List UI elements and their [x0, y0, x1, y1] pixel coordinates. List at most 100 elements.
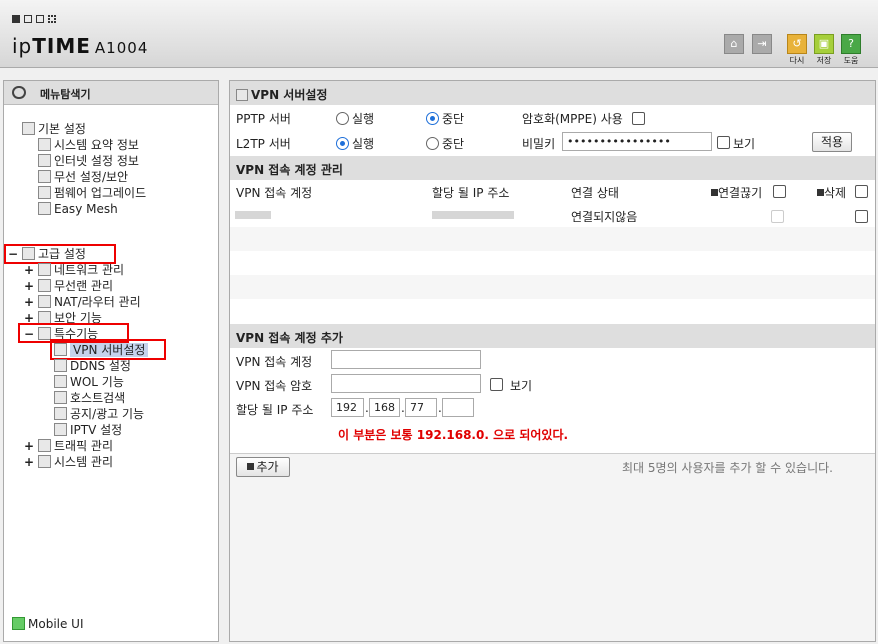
ip-octet-3[interactable]: 77	[405, 398, 437, 417]
folder-icon	[22, 122, 35, 135]
secret-label: 비밀키	[522, 137, 556, 151]
row-status: 연결되지않음	[571, 210, 638, 224]
blurred-account	[235, 211, 271, 219]
add-account-label: VPN 접속 계정	[236, 355, 313, 369]
show-password-label: 보기	[510, 379, 533, 393]
col-disconnect: 연결끊기	[711, 184, 762, 201]
l2tp-run-radio[interactable]: 실행	[336, 135, 374, 152]
wifi-icon	[38, 279, 51, 292]
add-section-header: VPN 접속 계정 추가	[230, 324, 875, 348]
search-icon	[12, 86, 26, 99]
tree-item[interactable]: Easy Mesh	[38, 202, 118, 217]
mppe-checkbox[interactable]	[632, 112, 645, 125]
highlight-box	[50, 339, 166, 360]
row-disconnect-checkbox	[771, 210, 784, 223]
logo-square-icon	[24, 15, 32, 23]
apply-button[interactable]: 적용	[812, 132, 852, 152]
ip-octet-2[interactable]: 168	[369, 398, 400, 417]
pptp-stop-radio[interactable]: 중단	[426, 110, 464, 127]
highlight-box	[4, 244, 116, 264]
home-icon[interactable]: ⌂	[724, 34, 744, 54]
expand-icon[interactable]: +	[24, 279, 34, 293]
add-footer	[230, 453, 875, 641]
help-label: 도움	[843, 56, 859, 65]
disconnect-all-checkbox[interactable]	[773, 185, 786, 198]
expand-icon[interactable]: +	[24, 455, 34, 469]
plus-icon	[247, 463, 255, 470]
save-icon[interactable]: ▣	[814, 34, 834, 54]
network-icon	[38, 263, 51, 276]
back-icon[interactable]: ↺	[787, 34, 807, 54]
add-button[interactable]: 추가	[236, 457, 290, 477]
back-label: 다시	[789, 56, 805, 65]
add-account-input[interactable]	[331, 350, 481, 369]
tree-item[interactable]: 호스트검색	[54, 391, 125, 406]
tree-item[interactable]: IPTV 설정	[54, 423, 122, 438]
show-secret-checkbox[interactable]	[717, 136, 730, 149]
delete-all-checkbox[interactable]	[855, 185, 868, 198]
expand-icon[interactable]: +	[24, 439, 34, 453]
page-icon	[54, 359, 67, 372]
minus-icon	[711, 189, 718, 196]
mppe-label: 암호화(MPPE) 사용	[522, 112, 623, 126]
tree-item[interactable]: DDNS 설정	[54, 359, 131, 374]
tree-item[interactable]: 시스템 요약 정보	[38, 138, 139, 153]
expand-icon[interactable]: +	[24, 263, 34, 277]
logout-icon[interactable]: ⇥	[752, 34, 772, 54]
monitor-icon	[38, 154, 51, 167]
mesh-icon	[38, 202, 51, 215]
sidebar-header: 메뉴탐색기	[4, 81, 218, 105]
tree-item[interactable]: 네트워크 관리	[38, 263, 124, 278]
col-account: VPN 접속 계정	[236, 186, 313, 200]
save-label: 저장	[816, 56, 832, 65]
table-row	[230, 227, 875, 251]
mobile-ui-link[interactable]: Mobile UI	[12, 617, 84, 631]
pptp-label: PPTP 서버	[236, 112, 291, 126]
account-section-header: VPN 접속 계정 관리	[230, 156, 875, 180]
show-password-checkbox[interactable]	[490, 378, 503, 391]
upgrade-icon	[38, 186, 51, 199]
secret-input[interactable]: ••••••••••••••••	[562, 132, 712, 151]
main-panel: VPN 서버설정 PPTP 서버 실행 중단 암호화(MPPE) 사용 L2TP…	[229, 80, 876, 642]
tree-item[interactable]: 인터넷 설정 정보	[38, 154, 139, 169]
tree-basic-settings[interactable]: 기본 설정	[22, 122, 86, 137]
chart-icon	[38, 138, 51, 151]
tree-item[interactable]: 펌웨어 업그레이드	[38, 186, 146, 201]
row-delete-checkbox[interactable]	[855, 210, 868, 223]
annotation-note: 이 부분은 보통 192.168.0. 으로 되어있다.	[338, 428, 569, 442]
mobile-icon	[12, 617, 25, 630]
add-ip-label: 할당 될 IP 주소	[236, 403, 314, 417]
sidebar: 메뉴탐색기 기본 설정 시스템 요약 정보 인터넷 설정 정보 무선 설정/보안…	[3, 80, 219, 642]
add-password-input[interactable]	[331, 374, 481, 393]
ip-octet-1[interactable]: 192	[331, 398, 364, 417]
tree-item[interactable]: 무선랜 관리	[38, 279, 113, 294]
table-row	[230, 275, 875, 299]
page-icon	[54, 375, 67, 388]
tree-item[interactable]: WOL 기능	[54, 375, 124, 390]
page-icon	[54, 407, 67, 420]
system-icon	[38, 455, 51, 468]
ip-octet-4[interactable]	[442, 398, 474, 417]
help-icon[interactable]: ?	[841, 34, 861, 54]
tree-item[interactable]: 무선 설정/보안	[38, 170, 128, 185]
logo-square-icon	[36, 15, 44, 23]
sidebar-title: 메뉴탐색기	[40, 88, 91, 101]
tree-item[interactable]: 트래픽 관리	[38, 439, 113, 454]
expand-icon[interactable]: +	[24, 295, 34, 309]
tree-item[interactable]: NAT/라우터 관리	[38, 295, 141, 310]
page-icon	[54, 391, 67, 404]
logo-square-icon	[12, 15, 20, 23]
tree-item[interactable]: 공지/광고 기능	[54, 407, 144, 422]
max-users-note: 최대 5명의 사용자를 추가 할 수 있습니다.	[622, 461, 833, 475]
tree-item[interactable]: 시스템 관리	[38, 455, 113, 470]
blurred-ip	[432, 211, 514, 219]
minus-icon	[817, 189, 824, 196]
l2tp-stop-radio[interactable]: 중단	[426, 135, 464, 152]
col-delete: 삭제	[817, 184, 846, 201]
add-password-label: VPN 접속 암호	[236, 379, 313, 393]
logo-grid-icon	[48, 15, 56, 23]
traffic-icon	[38, 439, 51, 452]
page-title: VPN 서버설정	[230, 81, 875, 105]
brand-logo: ipTIME A1004	[12, 34, 149, 58]
pptp-run-radio[interactable]: 실행	[336, 110, 374, 127]
